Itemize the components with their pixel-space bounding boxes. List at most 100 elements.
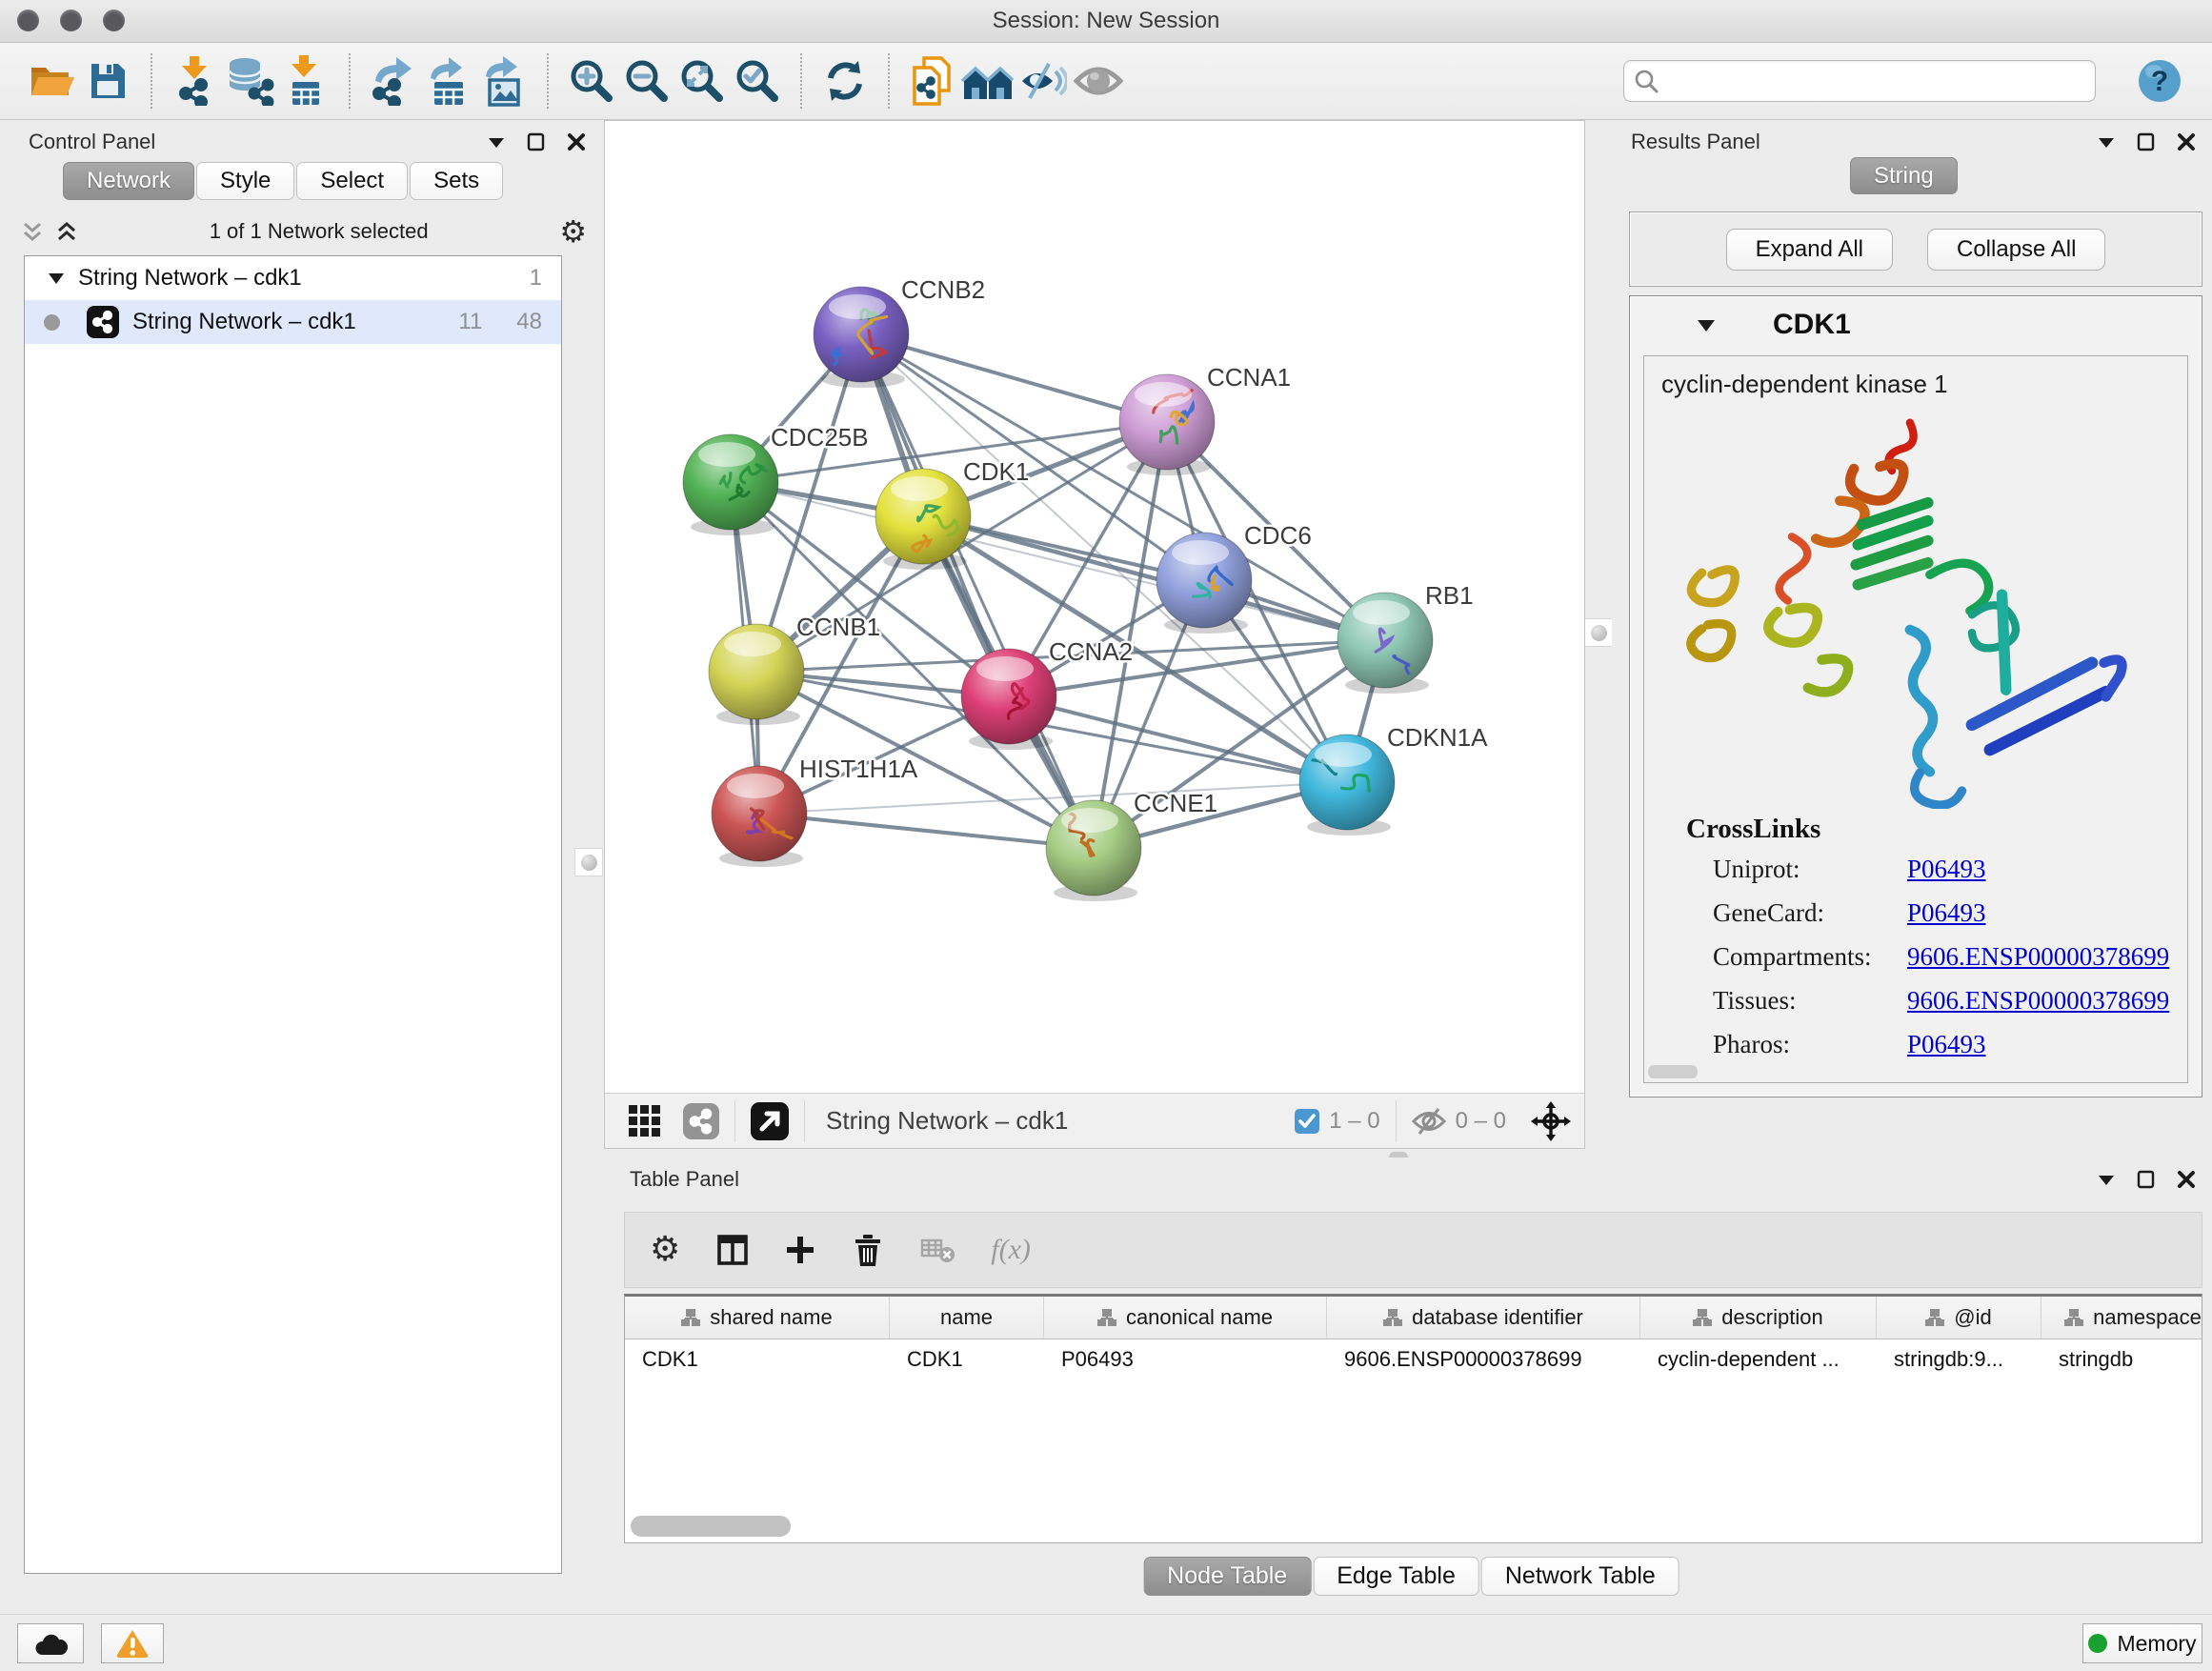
column-header-namespace[interactable]: namespace	[2041, 1297, 2202, 1339]
panel-collapse-icon[interactable]	[486, 132, 507, 151]
tab-network[interactable]: Network	[63, 162, 194, 200]
tree-expand-icon[interactable]	[48, 271, 65, 286]
zoom-out-button[interactable]	[619, 53, 674, 109]
import-network-button[interactable]	[168, 53, 223, 109]
table-cell[interactable]: stringdb:9...	[1877, 1339, 2041, 1379]
table-cell[interactable]: P06493	[1044, 1339, 1327, 1379]
network-node-cdc25b[interactable]	[683, 434, 778, 535]
open-external-icon[interactable]	[751, 1102, 789, 1140]
zoom-fit-button[interactable]	[674, 53, 730, 109]
network-node-cdk1[interactable]	[875, 469, 971, 570]
delete-column-icon[interactable]	[852, 1233, 884, 1267]
birdseye-grid-icon[interactable]	[628, 1104, 662, 1138]
share-view-icon[interactable]	[683, 1103, 719, 1139]
search-input[interactable]	[1666, 68, 2085, 94]
network-node-hist1h1a[interactable]	[712, 766, 807, 867]
home-networks-button[interactable]	[960, 53, 1016, 109]
column-header-description[interactable]: description	[1640, 1297, 1877, 1339]
network-node-count: 11	[458, 309, 482, 335]
left-splitter-handle[interactable]	[574, 848, 603, 876]
scroll-nub[interactable]	[1648, 1065, 1698, 1078]
crosslink-value-link[interactable]: P06493	[1907, 898, 1986, 928]
table-cell[interactable]: CDK1	[890, 1339, 1044, 1379]
network-options-gear-icon[interactable]: ⚙	[559, 216, 587, 247]
crosslink-value-link[interactable]: 9606.ENSP00000378699	[1907, 986, 2169, 1016]
memory-button[interactable]: Memory	[2082, 1623, 2202, 1663]
tab-sets[interactable]: Sets	[410, 162, 503, 200]
panel-collapse-icon[interactable]	[2096, 132, 2117, 151]
section-collapse-icon[interactable]	[1697, 317, 1716, 333]
export-image-button[interactable]	[476, 53, 532, 109]
cloud-status-button[interactable]	[17, 1623, 84, 1663]
table-row[interactable]: CDK1CDK1P064939606.ENSP00000378699cyclin…	[625, 1339, 2202, 1379]
scrollbar-thumb[interactable]	[631, 1516, 791, 1537]
expand-all-button[interactable]: Expand All	[1726, 229, 1893, 271]
import-table-button[interactable]	[278, 53, 333, 109]
table-cell[interactable]: stringdb	[2041, 1339, 2202, 1379]
hidden-eye-icon[interactable]	[1412, 1107, 1446, 1136]
add-column-icon[interactable]	[785, 1235, 815, 1265]
column-header-shared-name[interactable]: shared name	[625, 1297, 890, 1339]
share-document-button[interactable]	[905, 53, 960, 109]
export-network-button[interactable]	[366, 53, 421, 109]
export-table-button[interactable]	[421, 53, 476, 109]
crosslink-value-link[interactable]: P06493	[1907, 855, 1986, 884]
panel-float-icon[interactable]	[2136, 1169, 2157, 1190]
zoom-in-button[interactable]	[564, 53, 619, 109]
table-cell[interactable]: cyclin-dependent ...	[1640, 1339, 1877, 1379]
help-button[interactable]: ?	[2132, 53, 2187, 109]
network-node-ccne1[interactable]	[1046, 800, 1141, 901]
tab-node-table[interactable]: Node Table	[1143, 1557, 1311, 1596]
zoom-selected-button[interactable]	[730, 53, 785, 109]
show-columns-icon[interactable]	[716, 1234, 749, 1266]
network-node-cdkn1a[interactable]	[1299, 735, 1395, 836]
refresh-view-button[interactable]	[817, 53, 873, 109]
save-session-button[interactable]	[80, 53, 135, 109]
network-canvas[interactable]: CCNB2CCNA1CDC25BCDK1CDC6RB1CCNB1CCNA2CDK…	[605, 121, 1584, 1093]
panel-close-icon[interactable]	[566, 131, 587, 152]
network-node-cdc6[interactable]	[1156, 533, 1252, 634]
collapse-all-icon[interactable]	[21, 220, 44, 243]
tab-select[interactable]: Select	[296, 162, 408, 200]
selected-checkbox-icon[interactable]	[1295, 1109, 1319, 1134]
column-header--id[interactable]: @id	[1877, 1297, 2041, 1339]
tab-network-table[interactable]: Network Table	[1481, 1557, 1679, 1596]
network-row[interactable]: String Network – cdk1 11 48	[25, 300, 561, 344]
warnings-button[interactable]	[101, 1623, 164, 1663]
tab-string[interactable]: String	[1850, 157, 1958, 194]
column-header-database-identifier[interactable]: database identifier	[1327, 1297, 1640, 1339]
network-node-ccnb1[interactable]	[709, 624, 804, 725]
import-network-from-database-button[interactable]	[223, 53, 278, 109]
network-collection-row[interactable]: String Network – cdk1 1	[25, 256, 561, 300]
tab-edge-table[interactable]: Edge Table	[1313, 1557, 1479, 1596]
move-crosshair-icon[interactable]	[1531, 1101, 1571, 1141]
column-header-name[interactable]: name	[890, 1297, 1044, 1339]
network-edge[interactable]	[759, 814, 1094, 848]
panel-collapse-icon[interactable]	[2096, 1170, 2117, 1189]
right-splitter-handle[interactable]	[1584, 618, 1613, 647]
show-graphics-button[interactable]	[1071, 53, 1126, 109]
panel-close-icon[interactable]	[2176, 131, 2197, 152]
collapse-all-button[interactable]: Collapse All	[1927, 229, 2105, 271]
crosslink-value-link[interactable]: P06493	[1907, 1030, 1986, 1059]
tab-style[interactable]: Style	[196, 162, 294, 200]
delete-table-icon[interactable]	[920, 1237, 955, 1263]
function-builder-icon[interactable]: f(x)	[991, 1234, 1031, 1266]
panel-float-icon[interactable]	[2136, 131, 2157, 152]
open-session-button[interactable]	[25, 53, 80, 109]
network-node-rb1[interactable]	[1337, 593, 1433, 694]
titlebar: Session: New Session	[0, 0, 2212, 43]
expand-all-icon[interactable]	[55, 220, 78, 243]
panel-close-icon[interactable]	[2176, 1169, 2197, 1190]
table-horizontal-scrollbar[interactable]	[631, 1516, 2193, 1537]
table-cell[interactable]: 9606.ENSP00000378699	[1327, 1339, 1640, 1379]
column-header-canonical-name[interactable]: canonical name	[1044, 1297, 1327, 1339]
panel-float-icon[interactable]	[526, 131, 547, 152]
netbar-separator	[804, 1100, 805, 1142]
table-settings-gear-icon[interactable]: ⚙	[650, 1233, 680, 1267]
network-node-ccna1[interactable]	[1119, 374, 1215, 475]
hide-selected-button[interactable]	[1016, 53, 1071, 109]
crosslink-value-link[interactable]: 9606.ENSP00000378699	[1907, 942, 2169, 972]
table-cell[interactable]: CDK1	[625, 1339, 890, 1379]
node-details-header[interactable]: CDK1	[1630, 296, 2202, 353]
